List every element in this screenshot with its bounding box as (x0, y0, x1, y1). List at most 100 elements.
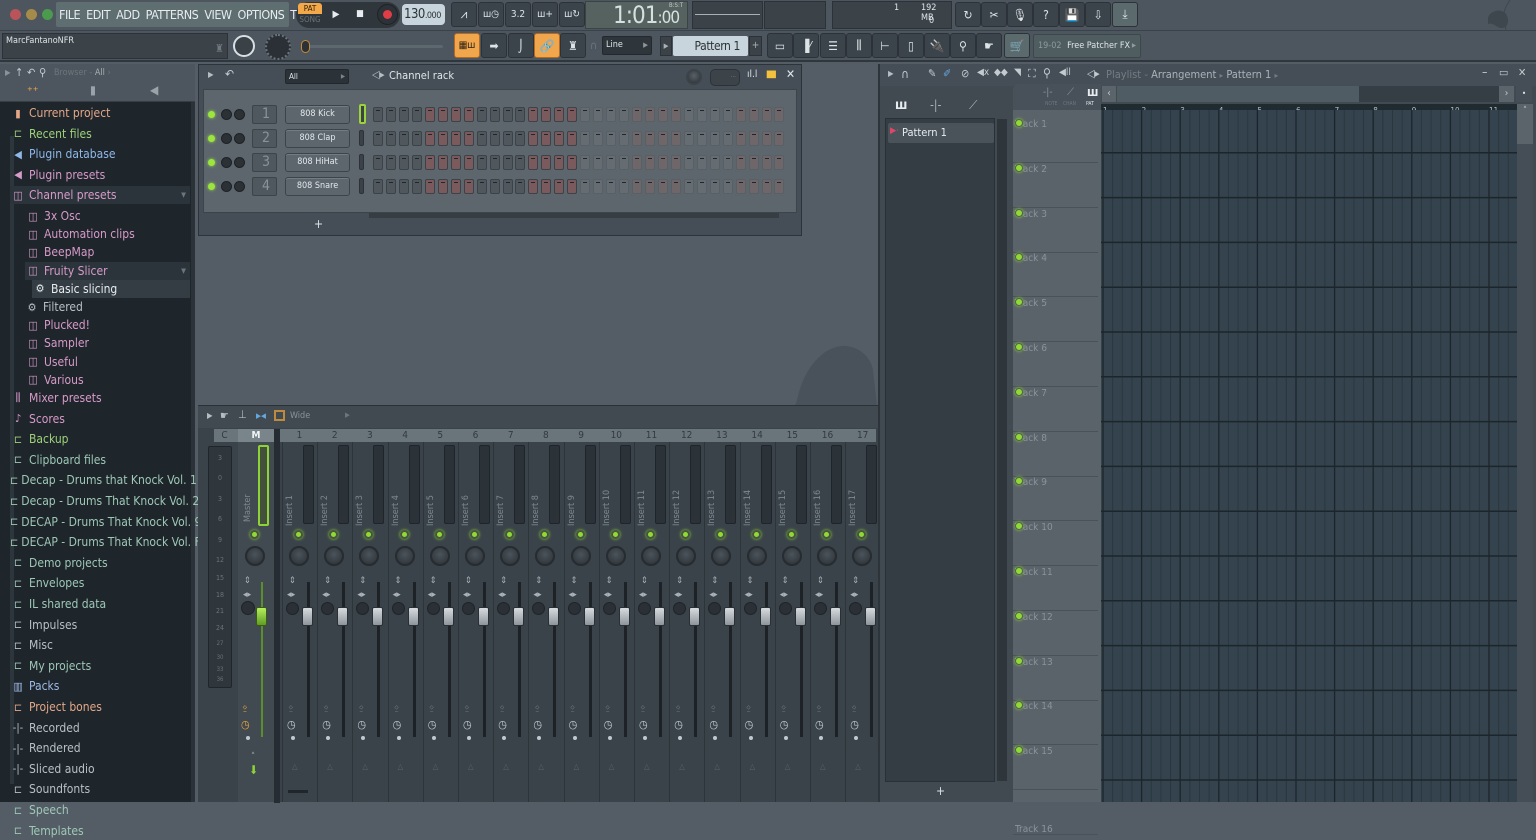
channel-mute-led[interactable] (208, 135, 215, 142)
step-button[interactable] (774, 179, 785, 194)
browser-item[interactable]: ⊏ DECAP - Drums That Knock Vol. Free (10, 533, 217, 551)
stereo-separation-icon[interactable]: ⇕ (747, 576, 754, 586)
insert-strip[interactable]: Insert 3 ⇕ ◂▸ ⍚ ◷ △ (352, 442, 387, 802)
mixer-preset-label[interactable]: Wide (290, 411, 310, 421)
insert-stereo-knob[interactable] (286, 602, 299, 615)
step-button[interactable] (489, 155, 500, 170)
export-button[interactable]: ⤓ (1112, 2, 1138, 27)
route-dot[interactable] (572, 736, 577, 740)
track-header[interactable]: Track 3 ··· (1013, 208, 1098, 253)
browser-item[interactable]: ⊏ Templates (10, 822, 190, 840)
step-button[interactable] (385, 107, 396, 122)
channel-rack-menu-icon[interactable]: ▶ (208, 70, 214, 79)
browser-item[interactable]: ⊏ Impulses (10, 616, 190, 634)
track-options-icon[interactable]: ··· (1041, 119, 1048, 162)
vertical-scrollbar-thumb[interactable] (1517, 119, 1533, 144)
swap-lr-icon[interactable]: ◂▸ (357, 590, 365, 600)
insert-pan-knob[interactable] (535, 546, 556, 566)
insert-volume-fader[interactable] (548, 607, 560, 626)
insert-enable-led[interactable] (751, 530, 761, 539)
browser-item[interactable]: ▮ Current project (10, 104, 190, 122)
browser-item[interactable]: ⊏ Misc (10, 636, 190, 654)
latency-clock-icon[interactable]: ◷ (357, 718, 366, 731)
mixer-scrollbar[interactable] (288, 790, 308, 793)
add-pattern-button[interactable]: + (749, 36, 762, 56)
maximize-icon[interactable]: ▭ (1499, 66, 1508, 79)
wait-for-input-button[interactable]: ш◷ (478, 2, 504, 27)
insert-strip[interactable]: Insert 11 ⇕ ◂▸ ⍚ ◷ △ (634, 442, 669, 802)
master-pitch-knob[interactable] (265, 34, 291, 60)
plugins-tab-icon[interactable]: ◀ (150, 83, 158, 97)
insert-pan-knob[interactable] (641, 546, 661, 566)
step-button[interactable] (463, 155, 474, 170)
send-arrow-icon[interactable]: △ (362, 762, 368, 771)
latency-clock-icon[interactable]: ◷ (428, 718, 437, 731)
stereo-separation-icon[interactable]: ⇕ (395, 576, 402, 586)
step-button[interactable] (644, 179, 655, 194)
insert-strip[interactable]: Insert 5 ⇕ ◂▸ ⍚ ◷ △ (422, 442, 458, 802)
channel-pan-knob[interactable] (221, 133, 232, 144)
insert-volume-fader[interactable] (689, 607, 701, 626)
step-button[interactable] (476, 107, 487, 122)
insert-enable-led[interactable] (364, 530, 374, 539)
insert-enable-led[interactable] (434, 530, 444, 539)
insert-volume-fader[interactable] (865, 607, 877, 626)
step-button[interactable] (709, 155, 720, 170)
arrangement-name[interactable]: Arrangement (1151, 68, 1216, 81)
send-arrow-icon[interactable]: △ (609, 762, 615, 771)
draw-tool-icon[interactable]: ✎ (928, 67, 936, 80)
track-mute-led[interactable] (1015, 119, 1023, 127)
insert-pan-knob[interactable] (500, 546, 521, 566)
step-button[interactable] (606, 131, 617, 146)
master-volume-fader[interactable] (256, 607, 267, 626)
add-channel-button[interactable]: + (314, 217, 323, 231)
insert-volume-fader[interactable] (583, 607, 595, 626)
step-mode-icon[interactable]: ▮▮▮ (766, 69, 777, 80)
latency-clock-icon[interactable]: ◷ (393, 718, 402, 731)
latency-clock-icon[interactable]: ◷ (639, 718, 648, 731)
link-button[interactable]: 🔗 (534, 33, 560, 58)
track-mute-led[interactable] (1015, 163, 1023, 172)
step-button[interactable] (567, 107, 578, 122)
browser-item[interactable]: ◫ Automation clips (25, 225, 190, 243)
track-mute-led[interactable] (1015, 432, 1023, 441)
insert-pan-knob[interactable] (676, 546, 697, 566)
track-header[interactable]: Track 10 ··· (1013, 521, 1098, 567)
insert-enable-led[interactable] (786, 530, 796, 539)
channel-mixer-track[interactable]: 3 (252, 153, 277, 172)
step-button[interactable] (502, 131, 513, 146)
route-dot[interactable] (291, 736, 295, 740)
minimize-icon[interactable]: – (1482, 65, 1487, 79)
snap-select[interactable]: Line ▶ (602, 36, 652, 55)
stereo-separation-icon[interactable]: ⇕ (465, 576, 472, 586)
insert-strip[interactable]: Insert 13 ⇕ ◂▸ ⍚ ◷ △ (704, 442, 739, 802)
browser-item[interactable]: ⊏ Speech (10, 801, 190, 819)
step-button[interactable] (657, 179, 668, 194)
track-options-icon[interactable]: ··· (1041, 477, 1048, 520)
step-button[interactable] (450, 179, 461, 194)
insert-stereo-knob[interactable] (356, 602, 370, 615)
step-button[interactable] (411, 155, 422, 170)
channel-mute-led[interactable] (208, 111, 215, 118)
playlist-menu-icon[interactable]: ▶ (888, 69, 894, 78)
browser-item[interactable]: ⊏ Clipboard files (10, 451, 190, 469)
vertical-scrollbar-track[interactable] (1517, 144, 1533, 802)
swap-lr-icon[interactable]: ◂▸ (243, 590, 251, 600)
insert-pan-knob[interactable] (359, 546, 380, 566)
browser-item[interactable]: ◫ Fruity Slicer ▼ (25, 261, 190, 280)
zoom-tool-icon[interactable]: ⚲ (1043, 66, 1051, 80)
step-button[interactable] (696, 131, 707, 146)
browser-item[interactable]: -|- Recorded (10, 719, 190, 737)
step-button[interactable] (541, 155, 552, 170)
undo-icon[interactable]: ↶ (225, 67, 234, 81)
step-button[interactable] (709, 179, 720, 194)
mixer-button[interactable]: ⫼ (846, 33, 872, 58)
tempo-tapper-button[interactable]: ⚲ (950, 33, 976, 58)
channel-volume-knob[interactable] (234, 157, 245, 168)
record-arm-icon[interactable]: ⍚ (358, 700, 365, 714)
save-button[interactable]: 💾 (1059, 2, 1085, 27)
step-button[interactable] (722, 155, 733, 170)
send-arrow-icon[interactable]: △ (538, 762, 544, 771)
step-button[interactable] (373, 107, 383, 122)
swap-lr-icon[interactable]: ◂▸ (709, 590, 717, 600)
